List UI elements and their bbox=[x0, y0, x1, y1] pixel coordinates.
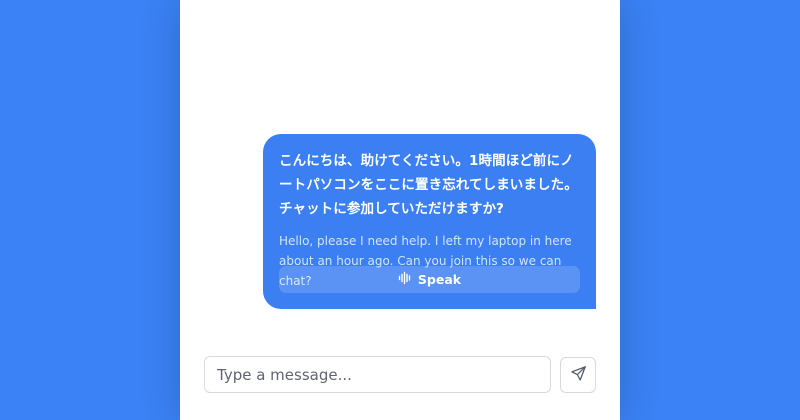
send-icon bbox=[570, 365, 587, 385]
speak-button[interactable]: Speak bbox=[279, 266, 580, 293]
send-button[interactable] bbox=[560, 357, 596, 393]
chat-panel: こんにちは、助けてください。1時間ほど前にノートパソコンをここに置き忘れてしまい… bbox=[180, 0, 620, 420]
speak-button-label: Speak bbox=[417, 272, 462, 287]
message-input[interactable] bbox=[204, 356, 551, 393]
message-original-text: こんにちは、助けてください。1時間ほど前にノートパソコンをここに置き忘れてしまい… bbox=[279, 153, 578, 217]
audio-waveform-icon bbox=[398, 271, 412, 288]
message-bubble: こんにちは、助けてください。1時間ほど前にノートパソコンをここに置き忘れてしまい… bbox=[263, 134, 596, 309]
